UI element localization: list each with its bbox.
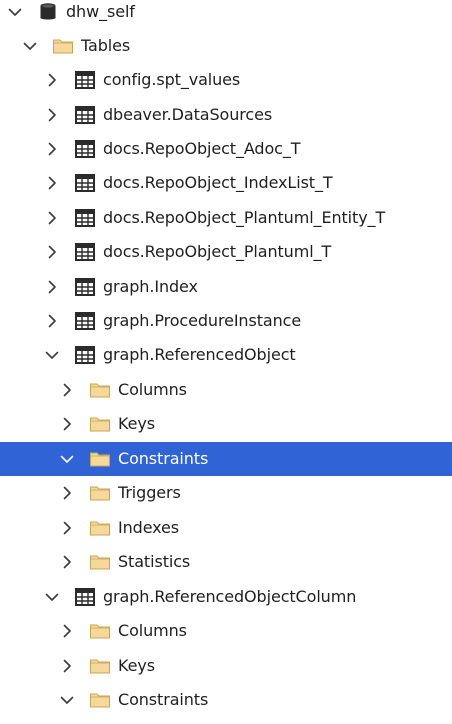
chevron-right-icon[interactable] bbox=[44, 175, 60, 191]
tree-node-label: Keys bbox=[118, 414, 155, 433]
tree-node-label: Triggers bbox=[118, 483, 181, 502]
tree-node[interactable]: graph.ReferencedObjectColumn bbox=[0, 580, 452, 614]
tree-node[interactable]: dbeaver.DataSources bbox=[0, 98, 452, 132]
tree-node-label: Columns bbox=[118, 621, 187, 640]
folder-icon bbox=[89, 656, 111, 676]
tree-node[interactable]: Columns bbox=[0, 614, 452, 648]
chevron-right-icon[interactable] bbox=[59, 520, 75, 536]
tree-node[interactable]: Constraints bbox=[0, 442, 452, 476]
folder-icon bbox=[89, 690, 111, 710]
chevron-down-icon[interactable] bbox=[22, 38, 38, 54]
chevron-right-icon[interactable] bbox=[44, 279, 60, 295]
tree-node[interactable]: Statistics bbox=[0, 545, 452, 579]
folder-icon bbox=[89, 483, 111, 503]
tree-node-label: Indexes bbox=[118, 518, 180, 537]
chevron-right-icon[interactable] bbox=[59, 658, 75, 674]
tree-node[interactable]: Indexes bbox=[0, 511, 452, 545]
folder-icon bbox=[89, 518, 111, 538]
table-icon bbox=[74, 277, 96, 297]
chevron-down-icon[interactable] bbox=[59, 451, 75, 467]
folder-icon bbox=[89, 449, 111, 469]
folder-icon bbox=[89, 414, 111, 434]
chevron-right-icon[interactable] bbox=[44, 141, 60, 157]
table-icon bbox=[74, 587, 96, 607]
chevron-right-icon[interactable] bbox=[59, 382, 75, 398]
tree-node-label: dhw_self bbox=[66, 2, 135, 21]
database-icon bbox=[37, 2, 59, 22]
table-icon bbox=[74, 173, 96, 193]
chevron-right-icon[interactable] bbox=[44, 72, 60, 88]
tree-node-label: graph.Index bbox=[103, 277, 198, 296]
table-icon bbox=[74, 105, 96, 125]
tree-node[interactable]: Columns bbox=[0, 373, 452, 407]
tree-node-label: Columns bbox=[118, 380, 187, 399]
tree-node-label: Tables bbox=[81, 36, 131, 55]
tree-node[interactable]: graph.ReferencedObject bbox=[0, 338, 452, 372]
table-icon bbox=[74, 70, 96, 90]
tree-node-label: Constraints bbox=[118, 690, 209, 709]
folder-icon bbox=[52, 36, 74, 56]
chevron-down-icon[interactable] bbox=[44, 347, 60, 363]
tree-node[interactable]: docs.RepoObject_Plantuml_T bbox=[0, 235, 452, 269]
tree-node[interactable]: docs.RepoObject_IndexList_T bbox=[0, 166, 452, 200]
chevron-right-icon[interactable] bbox=[44, 107, 60, 123]
chevron-down-icon[interactable] bbox=[59, 692, 75, 708]
folder-icon bbox=[89, 552, 111, 572]
tree-node[interactable]: Keys bbox=[0, 649, 452, 683]
table-icon bbox=[74, 345, 96, 365]
tree-node-label: docs.RepoObject_Adoc_T bbox=[103, 139, 301, 158]
chevron-right-icon[interactable] bbox=[59, 623, 75, 639]
tree-node[interactable]: docs.RepoObject_Plantuml_Entity_T bbox=[0, 201, 452, 235]
chevron-right-icon[interactable] bbox=[44, 313, 60, 329]
chevron-right-icon[interactable] bbox=[59, 485, 75, 501]
tree-node-label: Keys bbox=[118, 656, 155, 675]
tree-node-label: config.spt_values bbox=[103, 70, 241, 89]
tree-node-label: Statistics bbox=[118, 552, 191, 571]
tree-node[interactable]: Tables bbox=[0, 29, 452, 63]
chevron-down-icon[interactable] bbox=[7, 4, 23, 20]
table-icon bbox=[74, 311, 96, 331]
object-explorer-tree: dhw_self Tables config.spt_values dbeaver.D… bbox=[0, 0, 452, 724]
tree-node[interactable]: config.spt_values bbox=[0, 63, 452, 97]
tree-node-label: Constraints bbox=[118, 449, 209, 468]
tree-node[interactable]: Triggers bbox=[0, 476, 452, 510]
chevron-right-icon[interactable] bbox=[44, 244, 60, 260]
table-icon bbox=[74, 139, 96, 159]
tree-node-label: graph.ReferencedObjectColumn bbox=[103, 587, 357, 606]
chevron-right-icon[interactable] bbox=[44, 210, 60, 226]
chevron-right-icon[interactable] bbox=[59, 416, 75, 432]
tree-node-label: graph.ProcedureInstance bbox=[103, 311, 302, 330]
tree-node[interactable]: graph.ProcedureInstance bbox=[0, 304, 452, 338]
tree-node[interactable]: Constraints bbox=[0, 683, 452, 717]
tree-node[interactable]: dhw_self bbox=[0, 0, 452, 29]
tree-node[interactable]: docs.RepoObject_Adoc_T bbox=[0, 132, 452, 166]
folder-icon bbox=[89, 380, 111, 400]
table-icon bbox=[74, 208, 96, 228]
tree-node[interactable]: Keys bbox=[0, 407, 452, 441]
tree-node-label: docs.RepoObject_Plantuml_Entity_T bbox=[103, 208, 386, 227]
tree-node-label: docs.RepoObject_IndexList_T bbox=[103, 173, 333, 192]
table-icon bbox=[74, 242, 96, 262]
tree-node-label: docs.RepoObject_Plantuml_T bbox=[103, 242, 332, 261]
chevron-down-icon[interactable] bbox=[44, 589, 60, 605]
tree-node-label: graph.ReferencedObject bbox=[103, 345, 296, 364]
chevron-right-icon[interactable] bbox=[59, 554, 75, 570]
tree-node[interactable]: graph.Index bbox=[0, 270, 452, 304]
tree-node-label: dbeaver.DataSources bbox=[103, 105, 273, 124]
folder-icon bbox=[89, 621, 111, 641]
